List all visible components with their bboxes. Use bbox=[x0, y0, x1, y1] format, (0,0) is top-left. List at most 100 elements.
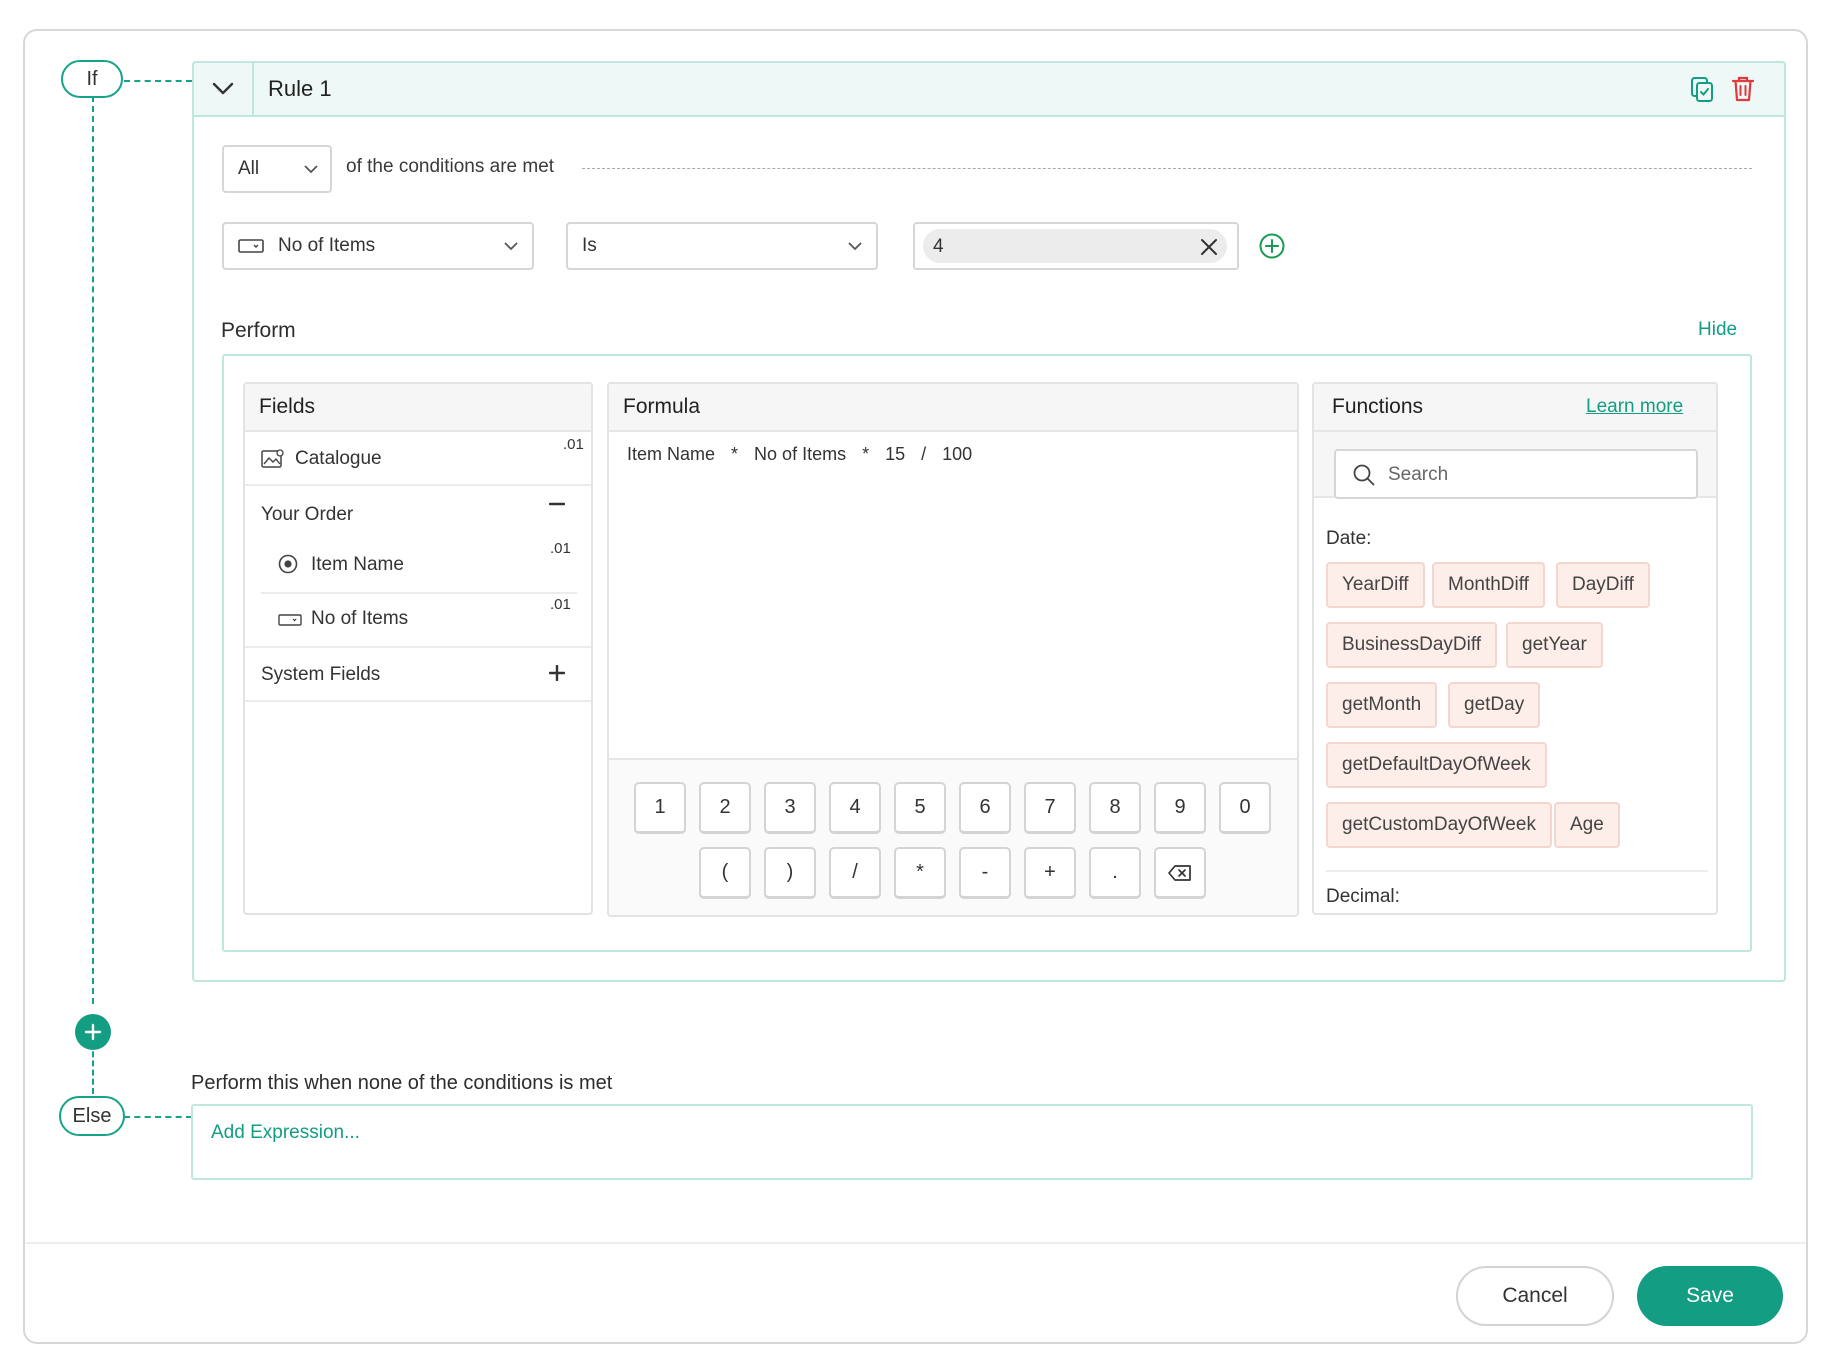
else-label: Else bbox=[59, 1096, 125, 1136]
search-icon bbox=[1353, 464, 1375, 486]
cancel-button[interactable]: Cancel bbox=[1456, 1266, 1614, 1326]
field-item-label: No of Items bbox=[311, 608, 409, 629]
condition-field-select[interactable]: No of Items bbox=[222, 222, 534, 270]
number-field-icon bbox=[238, 239, 264, 253]
field-item-no-of-items[interactable]: No of Items .01 bbox=[245, 594, 591, 646]
chevron-down-icon bbox=[848, 242, 862, 251]
field-item-catalogue[interactable]: Catalogue .01 bbox=[245, 432, 591, 486]
condition-operator-value: Is bbox=[582, 235, 597, 256]
duplicate-rule-button[interactable] bbox=[1688, 75, 1716, 103]
formula-token: Item Name bbox=[627, 444, 716, 464]
if-label: If bbox=[61, 60, 123, 98]
functions-search-input[interactable]: Search bbox=[1334, 449, 1698, 499]
key-close-paren[interactable]: ) bbox=[764, 847, 816, 899]
flow-line bbox=[92, 96, 94, 1004]
backspace-icon bbox=[1168, 864, 1191, 881]
key-6[interactable]: 6 bbox=[959, 782, 1011, 834]
chevron-down-icon bbox=[504, 242, 518, 251]
key-multiply[interactable]: * bbox=[894, 847, 946, 899]
function-chip[interactable]: getYear bbox=[1506, 622, 1603, 668]
formula-token: / bbox=[921, 444, 927, 464]
minus-icon[interactable] bbox=[549, 502, 565, 506]
fields-panel-title: Fields bbox=[245, 384, 591, 432]
formula-token: 100 bbox=[942, 444, 973, 464]
function-chip[interactable]: YearDiff bbox=[1326, 562, 1425, 608]
delete-rule-button[interactable] bbox=[1730, 74, 1756, 104]
functions-panel-title: Functions bbox=[1332, 395, 1424, 418]
function-chip[interactable]: Age bbox=[1554, 802, 1620, 848]
field-item-item-name[interactable]: Item Name .01 bbox=[245, 538, 591, 592]
function-chip[interactable]: getDefaultDayOfWeek bbox=[1326, 742, 1547, 788]
plus-circle-icon bbox=[1259, 233, 1285, 259]
condition-value: 4 bbox=[933, 236, 944, 257]
key-4[interactable]: 4 bbox=[829, 782, 881, 834]
if-connector bbox=[124, 80, 192, 82]
function-chip[interactable]: getCustomDayOfWeek bbox=[1326, 802, 1552, 848]
trash-icon bbox=[1731, 76, 1755, 102]
formula-token: 15 bbox=[885, 444, 906, 464]
clear-icon[interactable] bbox=[1200, 238, 1218, 256]
field-group-label: System Fields bbox=[261, 664, 381, 685]
key-plus[interactable]: + bbox=[1024, 847, 1076, 899]
chevron-down-icon bbox=[212, 82, 234, 95]
save-button[interactable]: Save bbox=[1637, 1266, 1783, 1326]
function-chip[interactable]: getDay bbox=[1448, 682, 1541, 728]
key-3[interactable]: 3 bbox=[764, 782, 816, 834]
add-condition-button[interactable] bbox=[1259, 233, 1285, 259]
key-8[interactable]: 8 bbox=[1089, 782, 1141, 834]
add-rule-button[interactable] bbox=[75, 1014, 111, 1050]
key-5[interactable]: 5 bbox=[894, 782, 946, 834]
footer-divider bbox=[25, 1242, 1806, 1244]
key-9[interactable]: 9 bbox=[1154, 782, 1206, 834]
decimal-tag: .01 bbox=[550, 540, 571, 557]
else-expression-box[interactable]: Add Expression... bbox=[191, 1104, 1753, 1180]
field-item-label: Item Name bbox=[311, 554, 404, 575]
decimal-tag: .01 bbox=[550, 596, 571, 613]
key-divide[interactable]: / bbox=[829, 847, 881, 899]
match-suffix-text: of the conditions are met bbox=[346, 156, 555, 177]
plus-icon bbox=[84, 1023, 102, 1041]
field-group-system-fields[interactable]: System Fields bbox=[245, 648, 591, 700]
condition-operator-select[interactable]: Is bbox=[566, 222, 878, 270]
decimal-tag: .01 bbox=[563, 436, 584, 453]
hide-perform-link[interactable]: Hide bbox=[1698, 319, 1737, 341]
divider bbox=[1326, 870, 1708, 872]
else-section-label: Perform this when none of the conditions… bbox=[191, 1072, 613, 1094]
match-divider bbox=[582, 168, 1752, 169]
formula-token: * bbox=[862, 444, 870, 464]
else-connector bbox=[124, 1116, 192, 1118]
learn-more-link[interactable]: Learn more bbox=[1586, 396, 1683, 418]
key-1[interactable]: 1 bbox=[634, 782, 686, 834]
number-field-icon bbox=[278, 614, 302, 626]
field-group-label: Your Order bbox=[261, 504, 354, 525]
key-7[interactable]: 7 bbox=[1024, 782, 1076, 834]
divider bbox=[245, 700, 591, 702]
functions-panel: Functions Learn more Search Date: YearDi… bbox=[1312, 382, 1718, 915]
formula-panel: Formula Item Name * No of Items * 15 / 1… bbox=[607, 382, 1299, 917]
formula-expression[interactable]: Item Name * No of Items * 15 / 100 bbox=[627, 444, 972, 465]
collapse-rule-button[interactable] bbox=[194, 63, 254, 115]
key-minus[interactable]: - bbox=[959, 847, 1011, 899]
field-item-label: Catalogue bbox=[295, 448, 382, 469]
plus-icon[interactable] bbox=[549, 665, 565, 681]
keypad: 1 2 3 4 5 6 7 8 9 0 ( ) / * - + . bbox=[609, 760, 1297, 915]
match-type-select[interactable]: All bbox=[222, 145, 332, 193]
backspace-key[interactable] bbox=[1154, 847, 1206, 899]
key-decimal[interactable]: . bbox=[1089, 847, 1141, 899]
copy-icon bbox=[1691, 77, 1713, 102]
key-0[interactable]: 0 bbox=[1219, 782, 1271, 834]
function-chip[interactable]: DayDiff bbox=[1556, 562, 1650, 608]
function-chip[interactable]: getMonth bbox=[1326, 682, 1438, 728]
add-expression-link[interactable]: Add Expression... bbox=[211, 1122, 360, 1144]
function-chip[interactable]: BusinessDayDiff bbox=[1326, 622, 1498, 668]
formula-panel-title: Formula bbox=[609, 384, 1297, 432]
condition-value-input[interactable]: 4 bbox=[913, 222, 1239, 270]
search-placeholder: Search bbox=[1388, 464, 1449, 485]
key-open-paren[interactable]: ( bbox=[699, 847, 751, 899]
field-group-your-order[interactable]: Your Order bbox=[245, 486, 591, 538]
function-chip[interactable]: MonthDiff bbox=[1432, 562, 1545, 608]
rule-title: Rule 1 bbox=[268, 76, 332, 101]
rule-header: Rule 1 bbox=[192, 61, 1786, 117]
condition-field-value: No of Items bbox=[278, 235, 376, 256]
key-2[interactable]: 2 bbox=[699, 782, 751, 834]
